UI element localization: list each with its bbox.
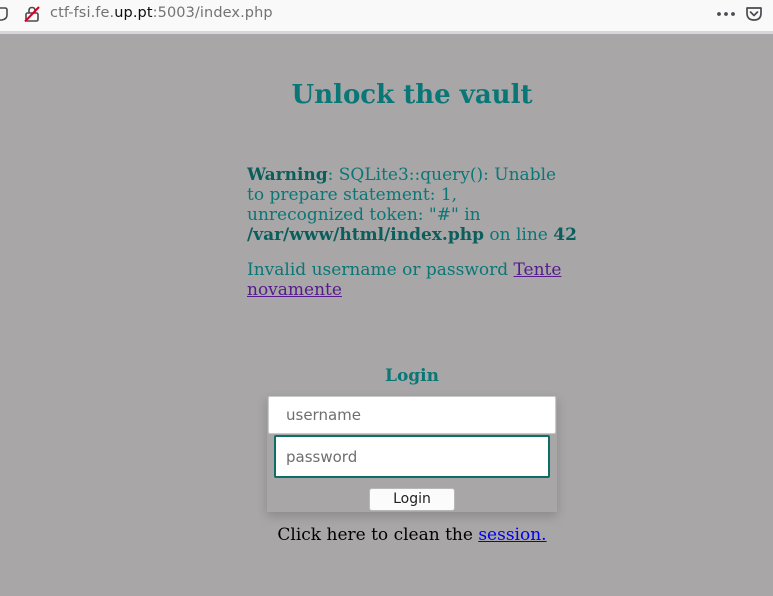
login-error: Invalid username or password Tente novam… bbox=[247, 260, 577, 300]
session-link[interactable]: session. bbox=[478, 525, 546, 545]
url-text[interactable]: ctf-fsi.fe.up.pt:5003/index.php bbox=[50, 5, 273, 21]
login-button[interactable]: Login bbox=[369, 488, 455, 511]
url-suffix: :5003/index.php bbox=[152, 5, 273, 21]
php-warning: Warning: SQLite3::query(): Unable to pre… bbox=[247, 165, 577, 245]
page-title: Unlock the vault bbox=[291, 80, 533, 110]
warning-on-line: on line bbox=[483, 225, 554, 245]
warning-path: /var/www/html/index.php bbox=[247, 225, 484, 245]
username-input[interactable] bbox=[268, 396, 556, 434]
session-text: Click here to clean the bbox=[277, 525, 479, 545]
shield-icon[interactable] bbox=[0, 6, 8, 21]
url-domain: up.pt bbox=[114, 5, 153, 21]
browser-url-bar[interactable]: ctf-fsi.fe.up.pt:5003/index.php bbox=[0, 0, 773, 34]
session-line: Click here to clean the session. bbox=[0, 525, 773, 545]
url-prefix: ctf-fsi.fe. bbox=[50, 5, 115, 21]
login-heading: Login bbox=[385, 366, 439, 386]
insecure-lock-icon[interactable] bbox=[24, 6, 40, 23]
more-actions-icon[interactable] bbox=[716, 6, 736, 22]
pocket-icon[interactable] bbox=[745, 5, 763, 23]
password-input[interactable] bbox=[274, 435, 550, 478]
warning-label: Warning bbox=[247, 165, 328, 185]
error-message: Invalid username or password bbox=[247, 260, 514, 280]
warning-line-number: 42 bbox=[553, 225, 577, 245]
